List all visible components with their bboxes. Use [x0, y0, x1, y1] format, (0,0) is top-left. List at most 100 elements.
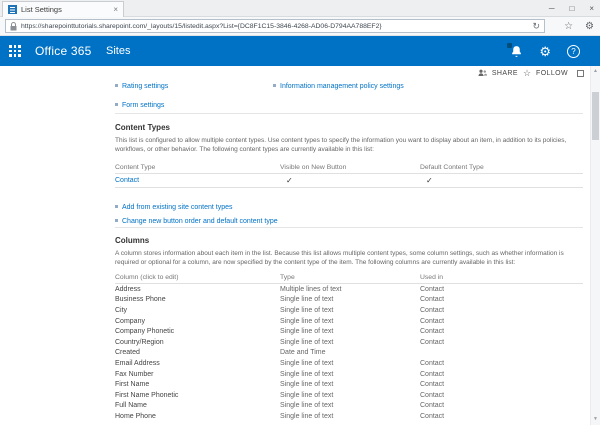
default-content-type-check-icon: ✓ — [420, 177, 583, 185]
content-type-link[interactable]: Contact — [115, 177, 139, 184]
share-icon — [478, 69, 487, 77]
column-name-link[interactable]: Country/Region — [115, 339, 280, 346]
window-maximize-button[interactable]: □ — [569, 4, 574, 13]
columns-table: Column (click to edit) Type Used in Addr… — [115, 272, 583, 422]
refresh-icon[interactable]: ↻ — [532, 22, 540, 31]
window-controls: ─ □ × — [549, 0, 594, 17]
column-type: Multiple lines of text — [280, 286, 420, 293]
columns-title: Columns — [115, 236, 149, 245]
o365-suite-bar: Office 365 Sites ⚙ ? — [0, 36, 600, 66]
suite-bar-icons: ⚙ ? — [510, 36, 580, 66]
column-name-link[interactable]: First Name Phonetic — [115, 392, 280, 399]
scrollbar-thumb[interactable] — [592, 92, 599, 140]
column-name-link[interactable]: Fax Number — [115, 371, 280, 378]
column-used-in: Contact — [420, 413, 583, 420]
column-type: Single line of text — [280, 296, 420, 303]
scroll-down-icon[interactable]: ▼ — [591, 417, 600, 422]
column-name-link[interactable]: Full Name — [115, 402, 280, 409]
table-row: Contact ✓ ✓ — [115, 174, 583, 188]
window-close-button[interactable]: × — [589, 4, 594, 13]
column-used-in: Contact — [420, 392, 583, 399]
notifications-bell-icon[interactable] — [510, 45, 523, 58]
table-row: First Name Single line of text Contact — [115, 379, 583, 390]
browser-tab[interactable]: List Settings × — [2, 1, 124, 17]
change-new-button-order-link[interactable]: Change new button order and default cont… — [115, 210, 278, 228]
column-used-in: Contact — [420, 402, 583, 409]
address-bar-icons: ☆ ⚙ — [564, 17, 594, 36]
table-row: Country/Region Single line of text Conta… — [115, 337, 583, 348]
column-name-link[interactable]: Company Phonetic — [115, 328, 280, 335]
column-used-in: Contact — [420, 371, 583, 378]
table-row: City Single line of text Contact — [115, 305, 583, 316]
suite-nav-sites[interactable]: Sites — [106, 45, 130, 57]
column-name-link[interactable]: Home Phone — [115, 413, 280, 420]
column-used-in: Contact — [420, 381, 583, 388]
sp-ribbon-strip: SHARE ☆ FOLLOW — [0, 66, 590, 80]
follow-button[interactable]: FOLLOW — [536, 70, 568, 77]
col-header: Default Content Type — [420, 164, 583, 171]
column-type: Single line of text — [280, 371, 420, 378]
follow-star-icon: ☆ — [523, 69, 531, 78]
column-type: Single line of text — [280, 392, 420, 399]
column-name-link[interactable]: First Name — [115, 381, 280, 388]
settings-link-info-mgmt-policy[interactable]: Information management policy settings — [273, 80, 404, 93]
window-minimize-button[interactable]: ─ — [549, 4, 555, 13]
column-used-in: Contact — [420, 328, 583, 335]
square-bullet — [115, 84, 118, 87]
browser-tab-bar: List Settings × ─ □ × — [0, 0, 600, 17]
browser-settings-icon[interactable]: ⚙ — [585, 22, 594, 32]
table-row: Company Phonetic Single line of text Con… — [115, 326, 583, 337]
content-types-table: Content Type Visible on New Button Defau… — [115, 161, 583, 188]
col-header: Type — [280, 274, 420, 281]
favorites-star-icon[interactable]: ☆ — [564, 22, 573, 32]
column-type: Single line of text — [280, 402, 420, 409]
column-used-in: Contact — [420, 339, 583, 346]
table-row: Fax Number Single line of text Contact — [115, 369, 583, 380]
square-bullet — [115, 103, 118, 106]
browser-address-bar: https://sharepointtutorials.sharepoint.c… — [0, 17, 600, 36]
column-used-in: Contact — [420, 360, 583, 367]
col-header: Visible on New Button — [280, 164, 420, 171]
col-header: Column (click to edit) — [115, 274, 280, 281]
table-row: Address Multiple lines of text Contact — [115, 284, 583, 295]
table-row: Created Date and Time — [115, 348, 583, 359]
table-row: First Name Phonetic Single line of text … — [115, 390, 583, 401]
notification-badge — [507, 43, 512, 48]
settings-link-rating[interactable]: Rating settings — [115, 80, 168, 93]
table-row: Home Phone Single line of text Contact — [115, 411, 583, 422]
column-type: Single line of text — [280, 413, 420, 420]
column-name-link[interactable]: Company — [115, 318, 280, 325]
help-icon[interactable]: ? — [567, 45, 580, 58]
column-used-in: Contact — [420, 286, 583, 293]
o365-brand[interactable]: Office 365 — [35, 44, 91, 58]
browser-window: List Settings × ─ □ × https://sharepoint… — [0, 0, 600, 425]
share-button[interactable]: SHARE — [492, 70, 518, 77]
address-field[interactable]: https://sharepointtutorials.sharepoint.c… — [5, 19, 545, 33]
column-name-link[interactable]: City — [115, 307, 280, 314]
column-type: Single line of text — [280, 307, 420, 314]
settings-link-form-settings[interactable]: Form settings — [115, 94, 164, 112]
content-types-description: This list is configured to allow multipl… — [115, 136, 585, 154]
col-header: Used in — [420, 274, 583, 281]
page-scrollbar[interactable]: ▲ ▼ — [590, 66, 600, 425]
column-name-link[interactable]: Created — [115, 349, 280, 356]
column-name-link[interactable]: Address — [115, 286, 280, 293]
table-row: Business Phone Single line of text Conta… — [115, 295, 583, 306]
visible-on-new-check-icon: ✓ — [280, 177, 420, 185]
settings-gear-icon[interactable]: ⚙ — [539, 45, 551, 58]
column-name-link[interactable]: Email Address — [115, 360, 280, 367]
section-divider — [115, 227, 583, 228]
columns-description: A column stores information about each i… — [115, 249, 585, 267]
tab-close-icon[interactable]: × — [113, 6, 118, 14]
column-used-in: Contact — [420, 307, 583, 314]
app-launcher-icon[interactable] — [9, 45, 21, 57]
focus-mode-icon[interactable] — [577, 70, 584, 77]
content-types-table-header: Content Type Visible on New Button Defau… — [115, 161, 583, 174]
sharepoint-favicon-icon — [8, 5, 17, 14]
table-row: Email Address Single line of text Contac… — [115, 358, 583, 369]
column-type: Single line of text — [280, 339, 420, 346]
scroll-up-icon[interactable]: ▲ — [591, 69, 600, 74]
column-name-link[interactable]: Business Phone — [115, 296, 280, 303]
square-bullet — [115, 219, 118, 222]
column-type: Single line of text — [280, 360, 420, 367]
